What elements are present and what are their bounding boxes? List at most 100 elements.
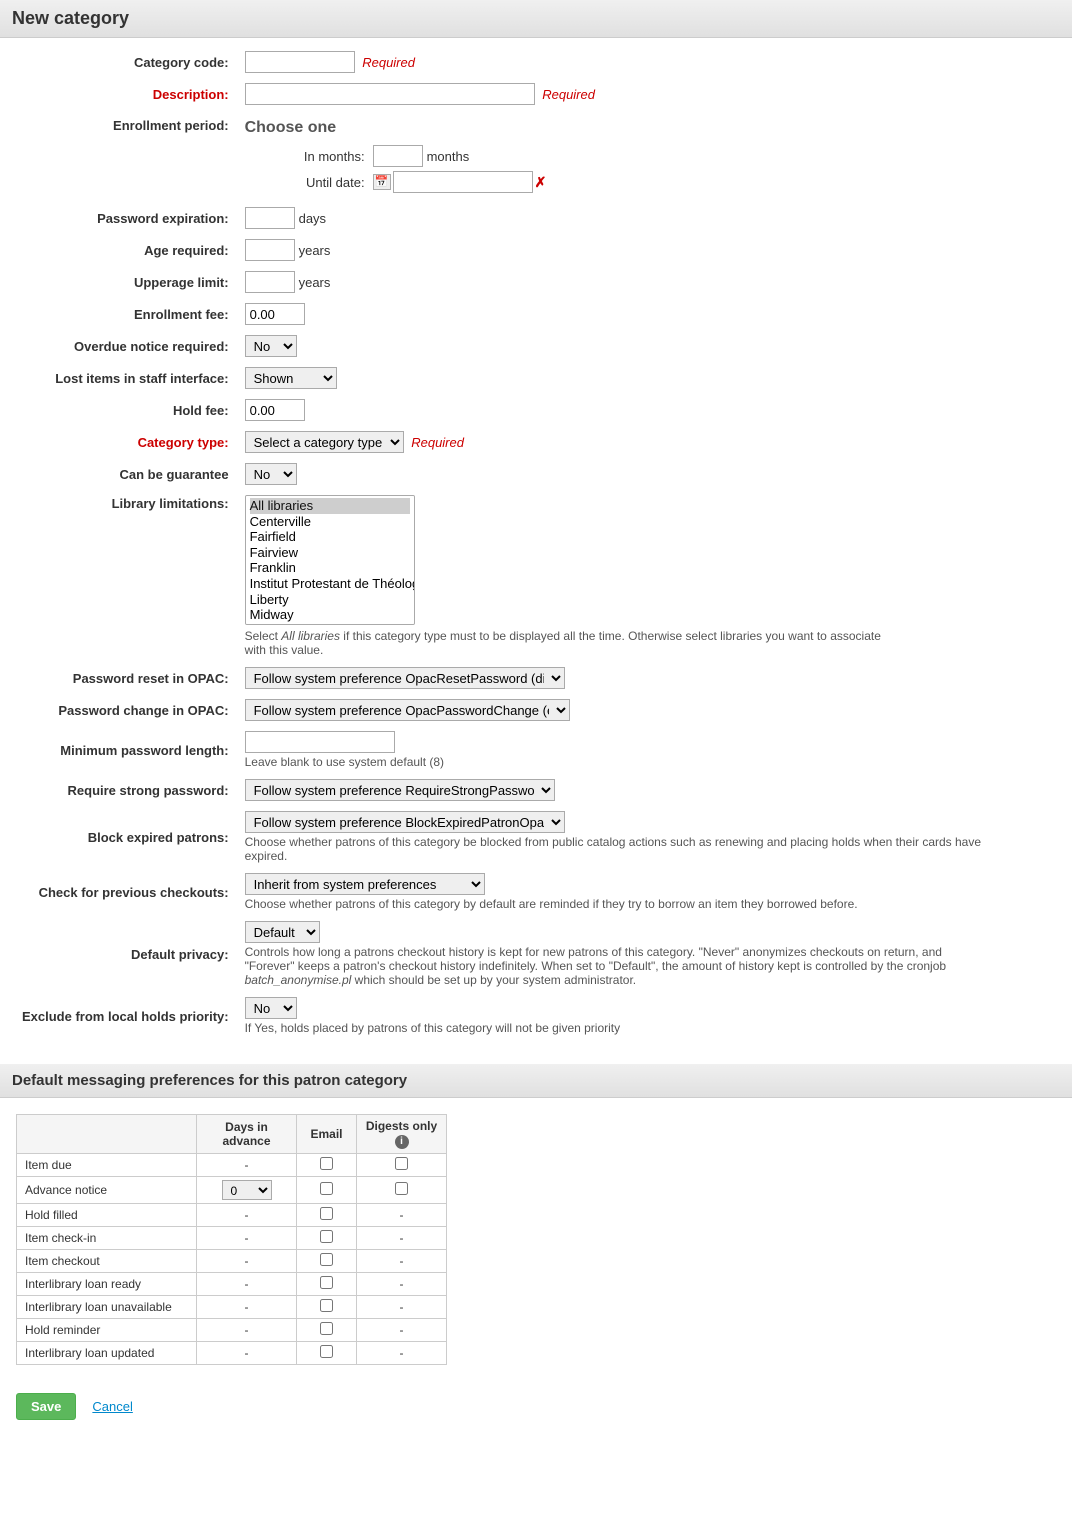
- enrollment-period-label: Enrollment period:: [16, 110, 239, 202]
- until-date-label: Until date:: [265, 175, 365, 190]
- msg-row-email[interactable]: [297, 1296, 357, 1319]
- lost-items-select[interactable]: Shown Not shown Delisted: [245, 367, 337, 389]
- msg-row-name: Interlibrary loan updated: [17, 1342, 197, 1365]
- advance-days-select[interactable]: 01235714: [222, 1180, 272, 1200]
- msg-row-days: -: [197, 1154, 297, 1177]
- choose-one-text: Choose one: [245, 115, 1050, 141]
- msg-row-email[interactable]: [297, 1273, 357, 1296]
- library-note-em: All libraries: [281, 629, 340, 643]
- msg-row-digests[interactable]: [357, 1177, 447, 1204]
- email-checkbox[interactable]: [320, 1182, 333, 1195]
- password-expiration-input[interactable]: [245, 207, 295, 229]
- msg-row-email[interactable]: [297, 1319, 357, 1342]
- batch-anonymise-em: batch_anonymise.pl: [245, 973, 352, 987]
- password-change-select[interactable]: Follow system preference OpacPasswordCha…: [245, 699, 570, 721]
- min-password-label: Minimum password length:: [16, 726, 239, 774]
- msg-row-name: Interlibrary loan unavailable: [17, 1296, 197, 1319]
- table-row: Hold reminder--: [17, 1319, 447, 1342]
- digests-info-icon[interactable]: i: [395, 1135, 409, 1149]
- enrollment-fee-input[interactable]: [245, 303, 305, 325]
- msg-row-days: -: [197, 1342, 297, 1365]
- block-expired-select[interactable]: Follow system preference BlockExpiredPat…: [245, 811, 565, 833]
- email-checkbox[interactable]: [320, 1345, 333, 1358]
- description-input[interactable]: [245, 83, 535, 105]
- check-previous-select[interactable]: Inherit from system preferences Do Don't: [245, 873, 485, 895]
- overdue-notice-select[interactable]: No Yes: [245, 335, 297, 357]
- can-be-guarantee-select[interactable]: No Yes: [245, 463, 297, 485]
- table-row: Advance notice01235714: [17, 1177, 447, 1204]
- email-checkbox[interactable]: [320, 1207, 333, 1220]
- table-row: Item due-: [17, 1154, 447, 1177]
- button-row: Save Cancel: [0, 1381, 1072, 1432]
- save-button[interactable]: Save: [16, 1393, 76, 1420]
- msg-row-name: Item check-in: [17, 1227, 197, 1250]
- overdue-notice-label: Overdue notice required:: [16, 330, 239, 362]
- msg-row-email[interactable]: [297, 1177, 357, 1204]
- upperage-limit-label: Upperage limit:: [16, 266, 239, 298]
- msg-row-digests: -: [357, 1250, 447, 1273]
- password-reset-select[interactable]: Follow system preference OpacResetPasswo…: [245, 667, 565, 689]
- upperage-limit-input[interactable]: [245, 271, 295, 293]
- clear-date-icon[interactable]: ✗: [535, 174, 547, 191]
- msg-row-name: Interlibrary loan ready: [17, 1273, 197, 1296]
- calendar-icon[interactable]: 📅: [373, 174, 391, 190]
- msg-row-email[interactable]: [297, 1227, 357, 1250]
- email-checkbox[interactable]: [320, 1322, 333, 1335]
- min-password-input[interactable]: [245, 731, 395, 753]
- msg-row-name: Item due: [17, 1154, 197, 1177]
- table-row: Interlibrary loan unavailable--: [17, 1296, 447, 1319]
- digests-checkbox[interactable]: [395, 1182, 408, 1195]
- msg-row-email[interactable]: [297, 1204, 357, 1227]
- default-privacy-hint: Controls how long a patrons checkout his…: [245, 945, 995, 987]
- check-previous-label: Check for previous checkouts:: [16, 868, 239, 916]
- require-strong-label: Require strong password:: [16, 774, 239, 806]
- category-type-select[interactable]: Select a category type Adult Child Staff…: [245, 431, 404, 453]
- until-date-input[interactable]: [393, 171, 533, 193]
- age-required-input[interactable]: [245, 239, 295, 261]
- email-checkbox[interactable]: [320, 1299, 333, 1312]
- table-row: Hold filled--: [17, 1204, 447, 1227]
- library-note: Select All libraries if this category ty…: [245, 629, 895, 657]
- exclude-holds-hint: If Yes, holds placed by patrons of this …: [245, 1021, 995, 1035]
- hold-fee-label: Hold fee:: [16, 394, 239, 426]
- months-input[interactable]: [373, 145, 423, 167]
- page-header: New category: [0, 0, 1072, 38]
- digests-checkbox[interactable]: [395, 1157, 408, 1170]
- category-code-input[interactable]: [245, 51, 355, 73]
- category-type-label: Category type:: [16, 426, 239, 458]
- in-months-label: In months:: [265, 149, 365, 164]
- enrollment-fee-label: Enrollment fee:: [16, 298, 239, 330]
- msg-row-days[interactable]: 01235714: [197, 1177, 297, 1204]
- table-row: Interlibrary loan ready--: [17, 1273, 447, 1296]
- msg-row-days: -: [197, 1227, 297, 1250]
- exclude-holds-select[interactable]: No Yes: [245, 997, 297, 1019]
- msg-row-email[interactable]: [297, 1250, 357, 1273]
- block-expired-hint: Choose whether patrons of this category …: [245, 835, 995, 863]
- msg-row-digests: -: [357, 1342, 447, 1365]
- msg-row-days: -: [197, 1296, 297, 1319]
- msg-row-days: -: [197, 1273, 297, 1296]
- msg-row-days: -: [197, 1250, 297, 1273]
- msg-row-email[interactable]: [297, 1154, 357, 1177]
- msg-row-name: Item checkout: [17, 1250, 197, 1273]
- table-row: Item check-in--: [17, 1227, 447, 1250]
- table-row: Item checkout--: [17, 1250, 447, 1273]
- hold-fee-input[interactable]: [245, 399, 305, 421]
- category-code-required: Required: [362, 55, 415, 70]
- msg-row-name: Hold filled: [17, 1204, 197, 1227]
- email-checkbox[interactable]: [320, 1276, 333, 1289]
- msg-row-email[interactable]: [297, 1342, 357, 1365]
- email-checkbox[interactable]: [320, 1253, 333, 1266]
- default-privacy-select[interactable]: Default Never Forever: [245, 921, 320, 943]
- require-strong-select[interactable]: Follow system preference RequireStrongPa…: [245, 779, 555, 801]
- age-years-text: years: [299, 243, 331, 258]
- msg-col-digests: Digests only i: [357, 1115, 447, 1154]
- email-checkbox[interactable]: [320, 1157, 333, 1170]
- cancel-button[interactable]: Cancel: [84, 1394, 140, 1419]
- msg-row-digests[interactable]: [357, 1154, 447, 1177]
- can-be-guarantee-label: Can be guarantee: [16, 458, 239, 490]
- email-checkbox[interactable]: [320, 1230, 333, 1243]
- table-row: Interlibrary loan updated--: [17, 1342, 447, 1365]
- library-limitations-select[interactable]: All libraries Centerville Fairfield Fair…: [245, 495, 415, 625]
- page-title: New category: [12, 8, 129, 28]
